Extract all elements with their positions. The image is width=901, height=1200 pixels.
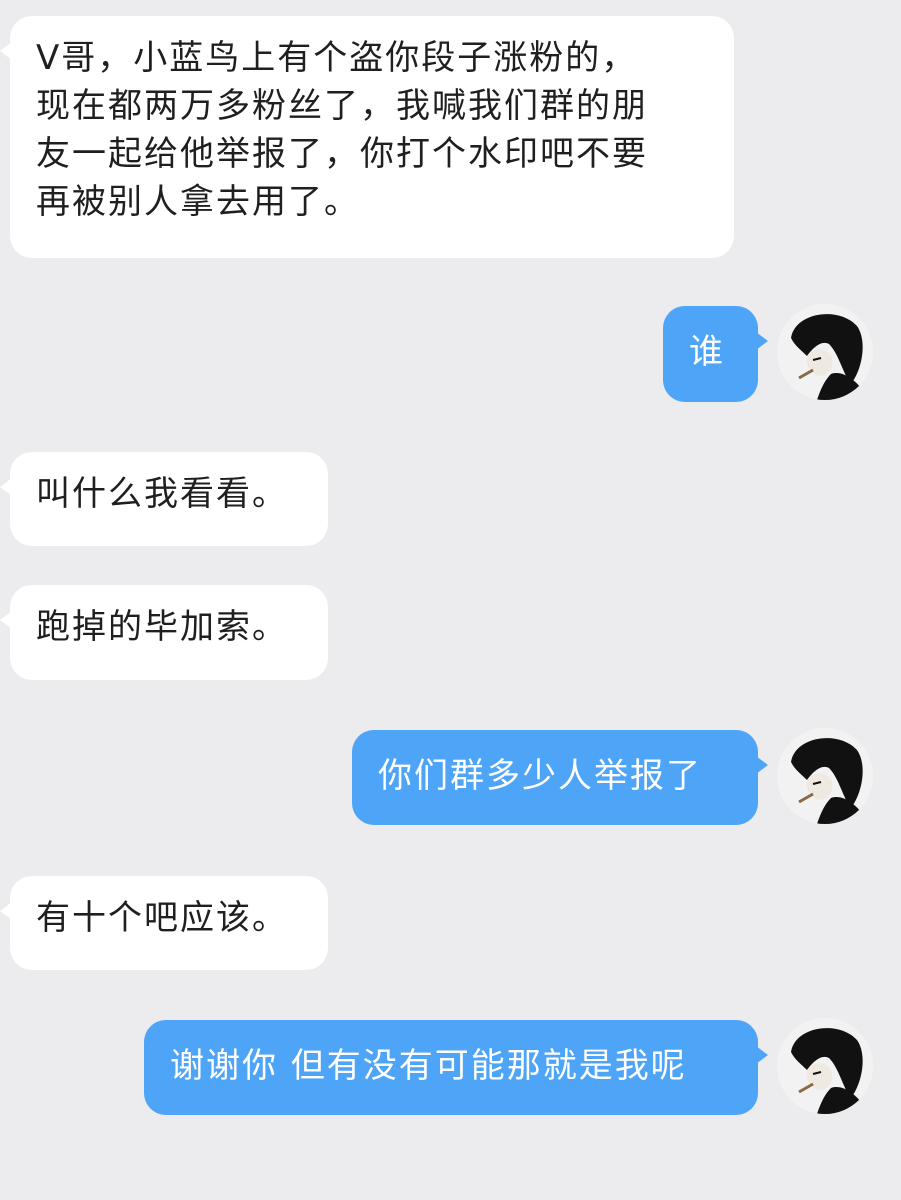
portrait-avatar-icon [777, 1018, 873, 1114]
sender-avatar[interactable] [777, 1018, 873, 1114]
sender-avatar[interactable] [777, 728, 873, 824]
incoming-message-bubble[interactable]: 有十个吧应该。 [0, 876, 328, 970]
portrait-avatar-icon [777, 728, 873, 824]
portrait-avatar-icon [777, 304, 873, 400]
incoming-message-bubble[interactable]: 叫什么我看看。 [0, 452, 328, 546]
sender-avatar[interactable] [777, 304, 873, 400]
chat-thread: V哥，小蓝鸟上有个盗你段子涨粉的， 现在都两万多粉丝了，我喊我们群的朋 友一起给… [0, 0, 901, 1200]
incoming-message-bubble[interactable]: 跑掉的毕加索。 [0, 585, 328, 680]
outgoing-message-bubble[interactable]: 你们群多少人举报了 [352, 730, 768, 825]
incoming-message-bubble[interactable]: V哥，小蓝鸟上有个盗你段子涨粉的， 现在都两万多粉丝了，我喊我们群的朋 友一起给… [0, 16, 734, 258]
outgoing-message-bubble[interactable]: 谁 [663, 306, 768, 402]
outgoing-message-bubble[interactable]: 谢谢你 但有没有可能那就是我呢 [144, 1020, 768, 1115]
